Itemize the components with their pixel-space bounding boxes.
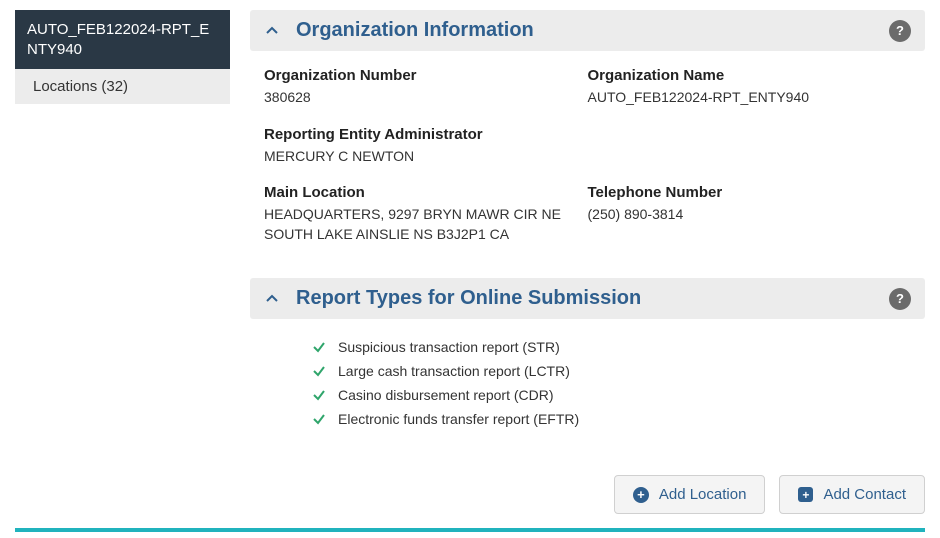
tel-value: (250) 890-3814 (588, 205, 892, 225)
check-icon (312, 388, 326, 402)
bottom-accent-bar (15, 528, 925, 532)
org-number-label: Organization Number (264, 67, 568, 84)
tel-label: Telephone Number (588, 184, 892, 201)
plus-circle-icon: + (633, 487, 649, 503)
admin-label: Reporting Entity Administrator (264, 126, 568, 143)
panel-header-organization: Organization Information ? (250, 10, 925, 51)
main-loc-value: HEADQUARTERS, 9297 BRYN MAWR CIR NE SOUT… (264, 205, 568, 244)
main-loc-label: Main Location (264, 184, 568, 201)
org-name-label: Organization Name (588, 67, 892, 84)
panel-organization: Organization Information ? Organization … (250, 10, 925, 258)
admin-value: MERCURY C NEWTON (264, 147, 568, 167)
report-type-label: Electronic funds transfer report (EFTR) (338, 411, 579, 427)
add-contact-label: Add Contact (823, 486, 906, 503)
report-type-list: Suspicious transaction report (STR) Larg… (264, 335, 911, 427)
list-item: Casino disbursement report (CDR) (312, 387, 911, 403)
plus-square-icon: + (798, 487, 813, 502)
panel-header-report-types: Report Types for Online Submission ? (250, 278, 925, 319)
check-icon (312, 340, 326, 354)
panel-title-report-types: Report Types for Online Submission (296, 287, 889, 310)
list-item: Electronic funds transfer report (EFTR) (312, 411, 911, 427)
org-name-value: AUTO_FEB122024-RPT_ENTY940 (588, 88, 892, 108)
check-icon (312, 364, 326, 378)
add-contact-button[interactable]: + Add Contact (779, 475, 925, 514)
panel-title-organization: Organization Information (296, 19, 889, 42)
add-location-button[interactable]: + Add Location (614, 475, 766, 514)
report-type-label: Large cash transaction report (LCTR) (338, 363, 570, 379)
list-item: Large cash transaction report (LCTR) (312, 363, 911, 379)
list-item: Suspicious transaction report (STR) (312, 339, 911, 355)
add-location-label: Add Location (659, 486, 747, 503)
chevron-up-icon[interactable] (264, 291, 280, 307)
chevron-up-icon[interactable] (264, 23, 280, 39)
panel-report-types: Report Types for Online Submission ? Sus… (250, 278, 925, 445)
check-icon (312, 412, 326, 426)
sidebar-title: AUTO_FEB122024-RPT_ENTY940 (15, 10, 230, 69)
help-icon[interactable]: ? (889, 288, 911, 310)
org-number-value: 380628 (264, 88, 568, 108)
report-type-label: Casino disbursement report (CDR) (338, 387, 554, 403)
help-icon[interactable]: ? (889, 20, 911, 42)
sidebar-item-locations[interactable]: Locations (32) (15, 69, 230, 104)
report-type-label: Suspicious transaction report (STR) (338, 339, 560, 355)
